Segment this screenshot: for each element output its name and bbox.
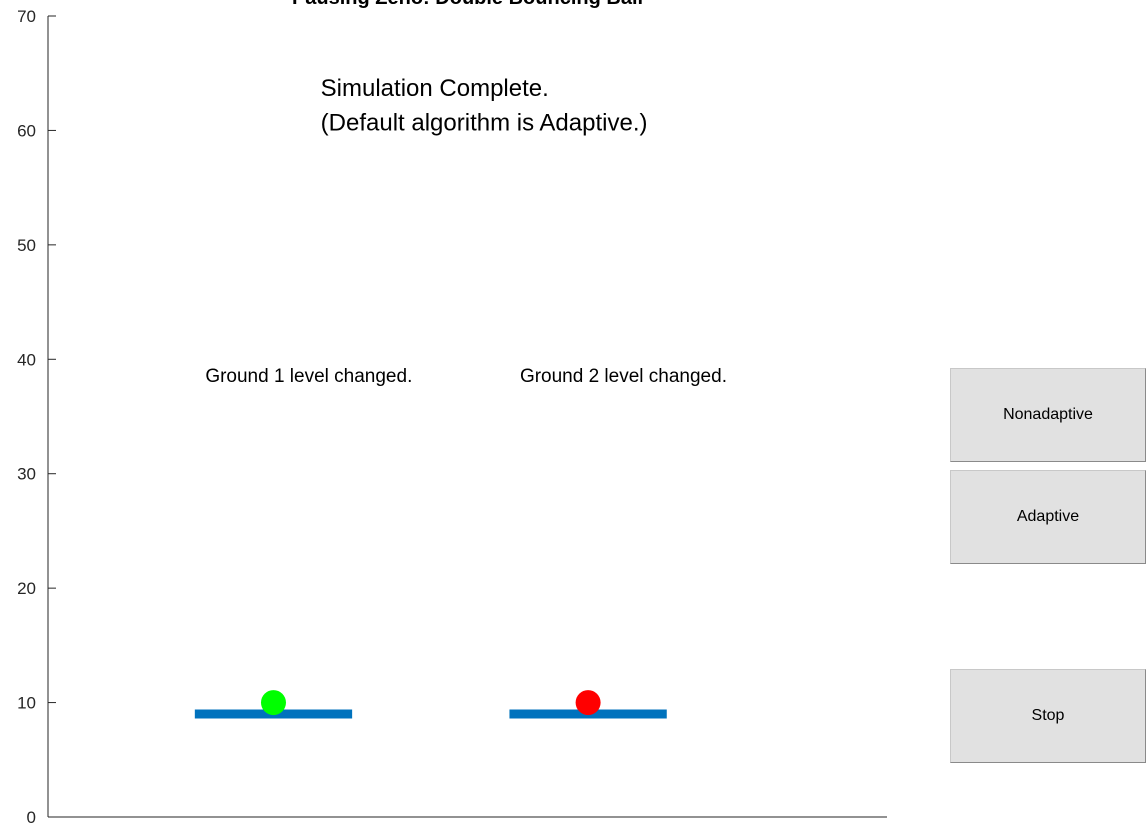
ground-1-label: Ground 1 level changed.: [205, 366, 412, 387]
ball-2: [575, 690, 601, 716]
ball-1: [260, 690, 286, 716]
y-tick-label: 50: [17, 236, 36, 255]
ground-2-label: Ground 2 level changed.: [520, 366, 727, 387]
annotations: Simulation Complete. (Default algorithm …: [205, 75, 727, 387]
status-line-2: (Default algorithm is Adaptive.): [321, 109, 648, 136]
y-ticks: 0 10 20 30 40 50 60 70: [17, 7, 56, 827]
stop-button[interactable]: Stop: [950, 669, 1146, 763]
plot-objects: [194, 690, 667, 719]
adaptive-button[interactable]: Adaptive: [950, 470, 1146, 564]
y-tick-label: 30: [17, 465, 36, 484]
y-tick-label: 40: [17, 350, 36, 369]
status-line-1: Simulation Complete.: [321, 75, 549, 102]
nonadaptive-button[interactable]: Nonadaptive: [950, 368, 1146, 462]
y-tick-label: 0: [27, 808, 36, 827]
y-tick-label: 70: [17, 7, 36, 26]
y-tick-label: 60: [17, 121, 36, 140]
y-tick-label: 10: [17, 694, 36, 713]
y-tick-label: 20: [17, 579, 36, 598]
axes-title: Pausing Zeno: Double Bouncing Ball: [292, 0, 643, 9]
